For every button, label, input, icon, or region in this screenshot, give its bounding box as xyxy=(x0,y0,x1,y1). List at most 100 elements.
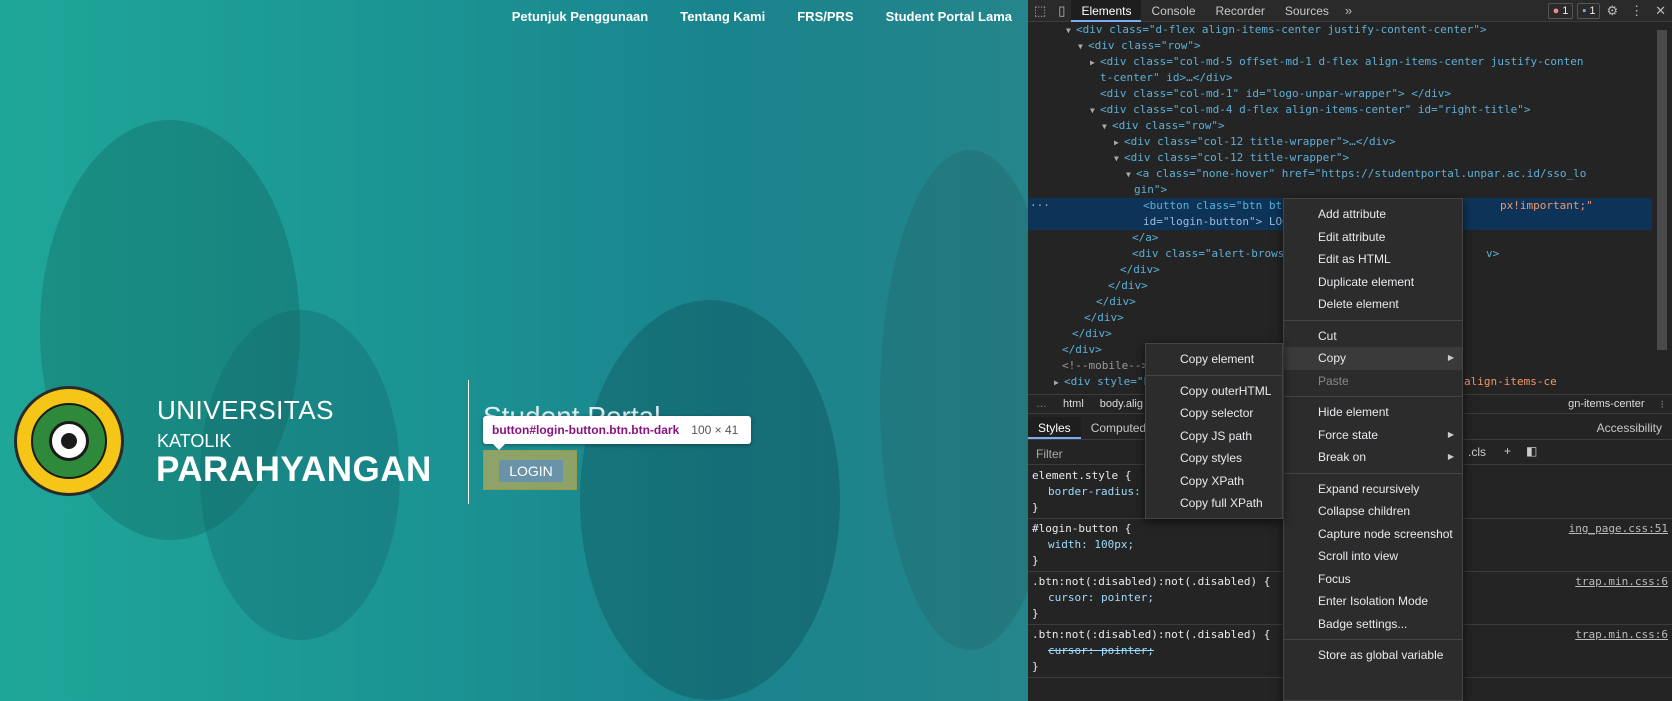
context-menu: Add attribute Edit attribute Edit as HTM… xyxy=(1283,198,1463,701)
university-name-line2: KATOLIK xyxy=(157,431,232,451)
menu-copy-styles[interactable]: Copy styles xyxy=(1146,447,1282,470)
logo-center xyxy=(61,433,77,449)
dom-line[interactable]: <div class="col-md-1" id="logo-unpar-wra… xyxy=(1028,86,1652,102)
menu-collapse-children[interactable]: Collapse children xyxy=(1284,500,1462,523)
breadcrumb-html[interactable]: html xyxy=(1055,398,1092,410)
nav-link-tentang[interactable]: Tentang Kami xyxy=(680,9,765,24)
login-button-highlight: LOGIN xyxy=(483,450,577,490)
dom-line[interactable]: ▶ <div class="col-md-5 offset-md-1 d-flex… xyxy=(1028,54,1652,70)
menu-copy[interactable]: Copy ▶ xyxy=(1284,347,1462,370)
copy-submenu: Copy element Copy outerHTML Copy selecto… xyxy=(1145,343,1283,519)
message-badge[interactable]: ▪ 1 xyxy=(1577,2,1601,19)
expand-triangle-icon[interactable]: ▼ xyxy=(1078,39,1088,55)
expand-triangle-icon[interactable]: ▼ xyxy=(1102,119,1112,135)
nav-link-frs-prs[interactable]: FRS/PRS xyxy=(797,9,853,24)
menu-duplicate-element[interactable]: Duplicate element xyxy=(1284,271,1462,294)
collapsed-triangle-icon[interactable]: ▶ xyxy=(1114,135,1124,151)
error-badge[interactable]: ● 1 xyxy=(1547,2,1574,19)
menu-expand-recursively[interactable]: Expand recursively xyxy=(1284,478,1462,501)
login-button[interactable]: LOGIN xyxy=(499,460,563,482)
menu-separator xyxy=(1284,319,1462,321)
menu-copy-outerhtml[interactable]: Copy outerHTML xyxy=(1146,380,1282,403)
breadcrumb-more-icon[interactable]: ⁝ xyxy=(1653,398,1672,411)
menu-store-global-variable[interactable]: Store as global variable xyxy=(1284,644,1462,667)
dom-line[interactable]: ▼ <div class="col-12 title-wrapper"> xyxy=(1028,150,1652,166)
menu-delete-element[interactable]: Delete element xyxy=(1284,293,1462,316)
tab-console[interactable]: Console xyxy=(1141,0,1205,22)
nav-link-petunjuk[interactable]: Petunjuk Penggunaan xyxy=(512,9,649,24)
dom-line[interactable]: gin"> xyxy=(1028,182,1652,198)
filter-input[interactable]: Filter xyxy=(1036,447,1063,461)
ellipsis-icon[interactable]: ··· xyxy=(1030,198,1050,214)
expand-triangle-icon[interactable]: ▼ xyxy=(1126,167,1136,183)
menu-cut[interactable]: Cut xyxy=(1284,325,1462,348)
submenu-arrow-icon: ▶ xyxy=(1447,429,1454,439)
menu-copy-selector[interactable]: Copy selector xyxy=(1146,402,1282,425)
menu-enter-isolation-mode[interactable]: Enter Isolation Mode xyxy=(1284,590,1462,613)
menu-focus[interactable]: Focus xyxy=(1284,568,1462,591)
breadcrumb-current[interactable]: gn-items-center xyxy=(1560,398,1652,410)
nav-link-portal-lama[interactable]: Student Portal Lama xyxy=(886,9,1012,24)
student-portal-page: Petunjuk Penggunaan Tentang Kami FRS/PRS… xyxy=(0,0,1028,701)
rule-source-link[interactable]: ing_page.css:51 xyxy=(1569,521,1668,537)
menu-copy-element[interactable]: Copy element xyxy=(1146,348,1282,371)
top-nav: Petunjuk Penggunaan Tentang Kami FRS/PRS… xyxy=(512,9,1012,24)
menu-copy-js-path[interactable]: Copy JS path xyxy=(1146,425,1282,448)
menu-scroll-into-view[interactable]: Scroll into view xyxy=(1284,545,1462,568)
cls-toggle[interactable]: .cls xyxy=(1468,445,1486,459)
collapsed-triangle-icon[interactable]: ▶ xyxy=(1090,55,1100,71)
menu-edit-as-html[interactable]: Edit as HTML xyxy=(1284,248,1462,271)
rule-selector[interactable]: #login-button { xyxy=(1032,522,1131,535)
unpar-logo xyxy=(14,386,124,496)
menu-edit-attribute[interactable]: Edit attribute xyxy=(1284,226,1462,249)
submenu-arrow-icon: ▶ xyxy=(1447,353,1454,362)
vertical-divider xyxy=(468,380,469,504)
collapsed-triangle-icon[interactable]: ▶ xyxy=(1054,375,1064,390)
menu-badge-settings[interactable]: Badge settings... xyxy=(1284,613,1462,636)
add-rule-icon[interactable]: + xyxy=(1504,444,1511,458)
menu-hide-element[interactable]: Hide element xyxy=(1284,401,1462,424)
menu-force-state[interactable]: Force state ▶ xyxy=(1284,424,1462,447)
device-toolbar-icon[interactable]: ▯ xyxy=(1052,3,1071,19)
dom-line[interactable]: ▼ <div class="row"> xyxy=(1028,38,1652,54)
kebab-menu-icon[interactable]: ⋮ xyxy=(1624,3,1649,19)
dom-scrollbar[interactable] xyxy=(1657,30,1667,350)
expand-triangle-icon[interactable]: ▼ xyxy=(1066,23,1076,39)
menu-separator xyxy=(1284,472,1462,474)
tab-styles[interactable]: Styles xyxy=(1028,416,1081,439)
inspect-element-icon[interactable]: ⬚ xyxy=(1028,3,1052,19)
university-name-line1: UNIVERSITAS xyxy=(157,395,334,425)
dom-line[interactable]: ▼ <div class="d-flex align-items-center j… xyxy=(1028,22,1652,38)
more-tabs-icon[interactable]: » xyxy=(1339,3,1358,18)
menu-break-on[interactable]: Break on ▶ xyxy=(1284,446,1462,469)
breadcrumb-ellipsis-icon[interactable]: … xyxy=(1028,398,1055,410)
rule-source-link[interactable]: trap.min.css:6 xyxy=(1575,574,1668,590)
close-icon[interactable]: ✕ xyxy=(1649,3,1672,19)
menu-copy-full-xpath[interactable]: Copy full XPath xyxy=(1146,492,1282,515)
rule-selector[interactable]: .btn:not(:disabled):not(.disabled) { xyxy=(1032,628,1270,641)
tab-elements[interactable]: Elements xyxy=(1071,0,1142,22)
tab-recorder[interactable]: Recorder xyxy=(1206,0,1275,22)
breadcrumb-body[interactable]: body.alig xyxy=(1092,398,1151,410)
expand-triangle-icon[interactable]: ▼ xyxy=(1090,103,1100,119)
expand-triangle-icon[interactable]: ▼ xyxy=(1114,151,1124,167)
menu-copy-xpath[interactable]: Copy XPath xyxy=(1146,470,1282,493)
menu-capture-node-screenshot[interactable]: Capture node screenshot xyxy=(1284,523,1462,546)
menu-add-attribute[interactable]: Add attribute xyxy=(1284,203,1462,226)
dom-line[interactable]: t-center" id>…</div> xyxy=(1028,70,1652,86)
screen: Petunjuk Penggunaan Tentang Kami FRS/PRS… xyxy=(0,0,1672,701)
dom-line[interactable]: ▶ <div class="col-12 title-wrapper">…</di… xyxy=(1028,134,1652,150)
rule-source-link[interactable]: trap.min.css:6 xyxy=(1575,627,1668,643)
rule-selector[interactable]: .btn:not(:disabled):not(.disabled) { xyxy=(1032,575,1270,588)
dom-line[interactable]: ▼ <div class="col-md-4 d-flex align-items… xyxy=(1028,102,1652,118)
devtools-tabbar: ⬚ ▯ Elements Console Recorder Sources » … xyxy=(1028,0,1672,22)
dom-line[interactable]: ▼ <div class="row"> xyxy=(1028,118,1652,134)
menu-separator xyxy=(1284,396,1462,397)
menu-separator xyxy=(1284,639,1462,640)
tab-sources[interactable]: Sources xyxy=(1275,0,1339,22)
dom-line[interactable]: ▼ <a class="none-hover" href="https://stu… xyxy=(1028,166,1652,182)
settings-gear-icon[interactable]: ⚙ xyxy=(1600,3,1624,19)
toggle-sidebar-icon[interactable]: ◧ xyxy=(1526,444,1537,458)
error-count: 1 xyxy=(1562,4,1569,17)
tab-accessibility[interactable]: Accessibility xyxy=(1587,417,1672,439)
